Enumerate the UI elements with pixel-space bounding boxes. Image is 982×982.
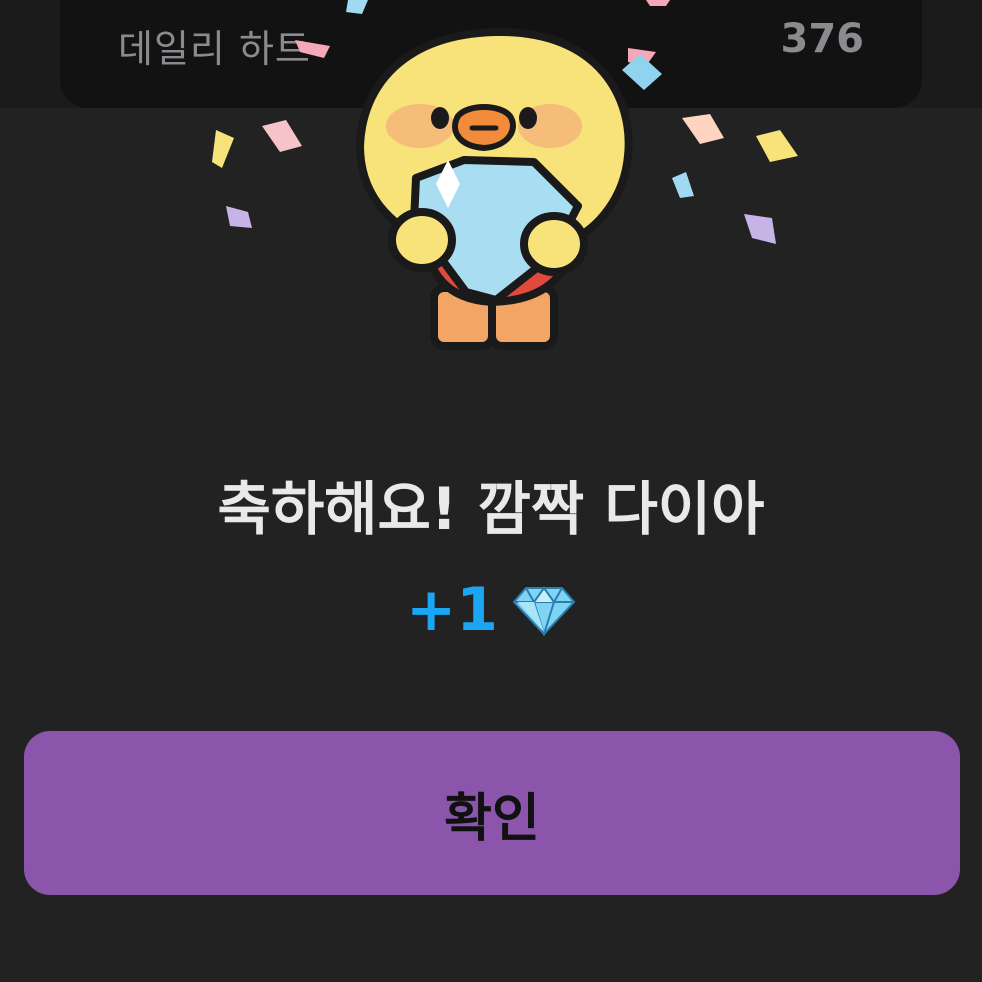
confirm-button-label: 확인 <box>444 789 540 848</box>
duck-hand <box>520 212 588 276</box>
duck-hand <box>388 208 456 272</box>
reward-row: +1 <box>0 575 982 645</box>
popup-title: 축하해요! 깜짝 다이아 <box>217 475 765 543</box>
duck-eye <box>431 107 449 129</box>
duck-eye <box>519 107 537 129</box>
duck-diamond-illustration <box>212 0 798 350</box>
confirm-button[interactable]: 확인 <box>24 731 960 895</box>
reward-amount: +1 <box>405 575 499 645</box>
diamond-icon <box>512 586 576 636</box>
